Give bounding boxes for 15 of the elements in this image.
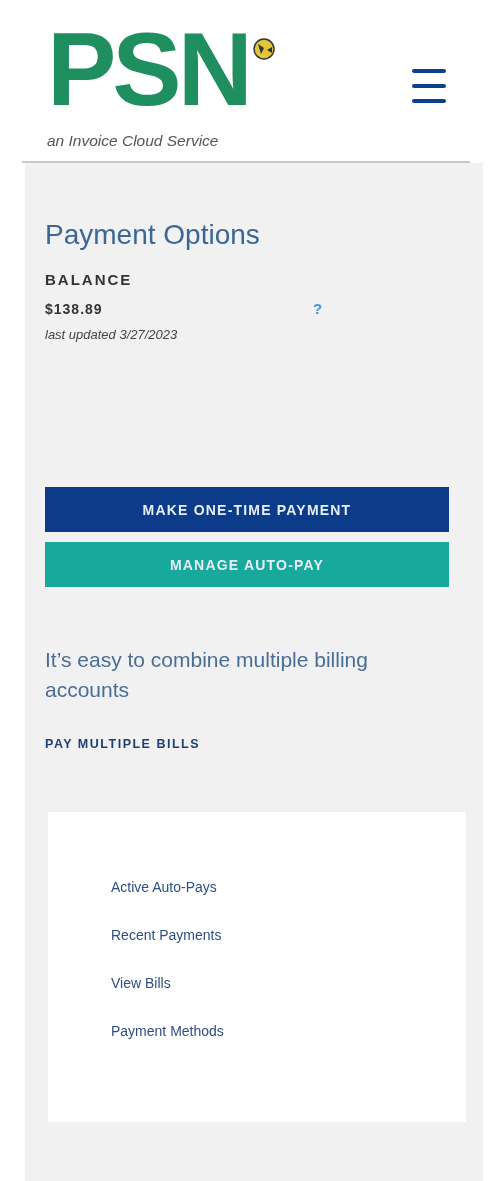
logo-tagline: an Invoice Cloud Service bbox=[47, 132, 220, 150]
logo-text: PSN bbox=[47, 24, 250, 114]
account-link[interactable]: Active Auto-Pays bbox=[111, 877, 217, 897]
account-link[interactable]: Payment Methods bbox=[111, 1021, 224, 1041]
last-updated-text: last updated 3/27/2023 bbox=[45, 327, 179, 342]
combine-accounts-text: It’s easy to combine multiple billing accounts bbox=[45, 647, 369, 703]
balance-label: BALANCE bbox=[45, 271, 134, 288]
balance-amount: $138.89 bbox=[45, 300, 104, 317]
pay-multiple-bills-link[interactable]: PAY MULTIPLE BILLS bbox=[45, 737, 201, 751]
page-title: Payment Options bbox=[45, 219, 261, 251]
payment-button[interactable]: MAKE ONE-TIME PAYMENT bbox=[45, 487, 449, 532]
account-link[interactable]: View Bills bbox=[111, 973, 171, 993]
ball-icon bbox=[252, 38, 275, 60]
account-link[interactable]: Recent Payments bbox=[111, 925, 222, 945]
menu-icon[interactable] bbox=[412, 68, 446, 104]
